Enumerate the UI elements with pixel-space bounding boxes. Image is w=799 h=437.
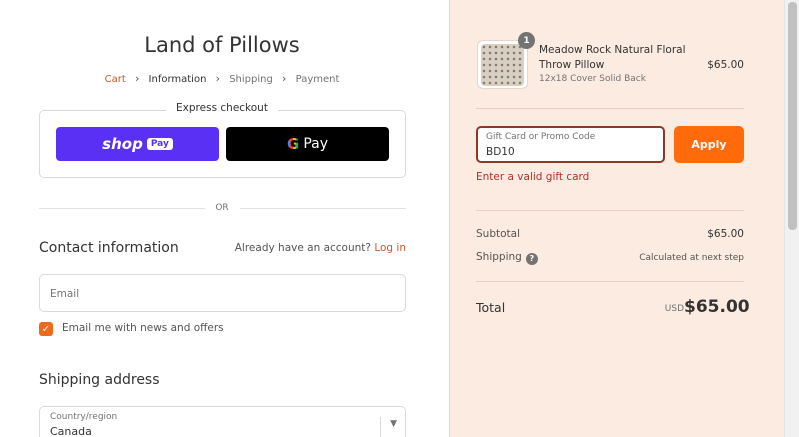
page-scrollbar[interactable] xyxy=(784,0,799,437)
store-title[interactable]: Land of Pillows xyxy=(0,33,444,57)
subtotal-label: Subtotal xyxy=(476,228,520,240)
product-name: Meadow Rock Natural Floral Throw Pillow xyxy=(539,44,686,71)
account-prompt: Already have an account? Log in xyxy=(234,242,406,254)
shipping-address-title: Shipping address xyxy=(39,372,160,388)
breadcrumb-information: Information xyxy=(148,74,207,85)
country-label: Country/region xyxy=(50,412,118,422)
promo-code-label: Gift Card or Promo Code xyxy=(486,132,596,142)
total-currency: USD xyxy=(664,304,684,314)
promo-code-value: BD10 xyxy=(486,146,515,158)
newsletter-checkbox[interactable]: ✓ xyxy=(39,322,53,336)
divider-left xyxy=(39,208,205,209)
promo-error-message: Enter a valid gift card xyxy=(476,171,590,183)
contact-information-title: Contact information xyxy=(39,240,179,256)
google-pay-button[interactable]: G Pay xyxy=(226,127,389,161)
total-label: Total xyxy=(476,300,506,315)
summary-divider xyxy=(476,281,744,282)
breadcrumb-cart[interactable]: Cart xyxy=(105,74,126,85)
shop-pay-pill: Pay xyxy=(146,138,173,150)
country-select[interactable]: Country/region Canada ▼ xyxy=(39,406,406,437)
quantity-badge: 1 xyxy=(518,32,535,49)
summary-divider xyxy=(476,108,744,109)
promo-code-input[interactable]: Gift Card or Promo Code BD10 xyxy=(476,126,665,163)
shipping-label: Shipping? xyxy=(476,251,538,265)
help-icon[interactable]: ? xyxy=(525,252,538,265)
google-g-icon: G xyxy=(287,135,300,153)
apply-button[interactable]: Apply xyxy=(674,126,744,163)
breadcrumb-shipping: Shipping xyxy=(229,74,273,85)
country-value: Canada xyxy=(50,425,92,437)
breadcrumb: Cart › Information › Shipping › Payment xyxy=(0,72,444,85)
select-separator xyxy=(380,417,381,437)
shipping-value: Calculated at next step xyxy=(639,253,744,263)
newsletter-label: Email me with news and offers xyxy=(62,322,224,334)
express-checkout-title: Express checkout xyxy=(0,102,444,114)
product-image xyxy=(481,44,524,86)
summary-divider xyxy=(476,210,744,211)
chevron-right-icon: › xyxy=(134,72,140,85)
shop-pay-logo: shop xyxy=(102,135,143,153)
breadcrumb-payment: Payment xyxy=(295,74,340,85)
chevron-right-icon: › xyxy=(282,72,287,85)
checkmark-icon: ✓ xyxy=(41,323,51,335)
shop-pay-button[interactable]: shop Pay xyxy=(56,127,219,161)
product-thumbnail xyxy=(477,40,528,89)
scrollbar-thumb[interactable] xyxy=(788,2,797,230)
product-variant: 12x18 Cover Solid Back xyxy=(539,74,646,84)
google-pay-label: Pay xyxy=(303,136,328,152)
chevron-right-icon: › xyxy=(215,72,221,85)
product-price: $65.00 xyxy=(707,59,744,71)
subtotal-value: $65.00 xyxy=(707,228,744,240)
or-divider-text: OR xyxy=(215,203,229,213)
chevron-down-icon: ▼ xyxy=(390,419,397,429)
total-amount: $65.00 xyxy=(684,297,750,317)
email-placeholder: Email xyxy=(50,288,80,300)
email-input[interactable]: Email xyxy=(39,274,406,312)
login-link[interactable]: Log in xyxy=(374,242,406,254)
divider-right xyxy=(240,208,406,209)
